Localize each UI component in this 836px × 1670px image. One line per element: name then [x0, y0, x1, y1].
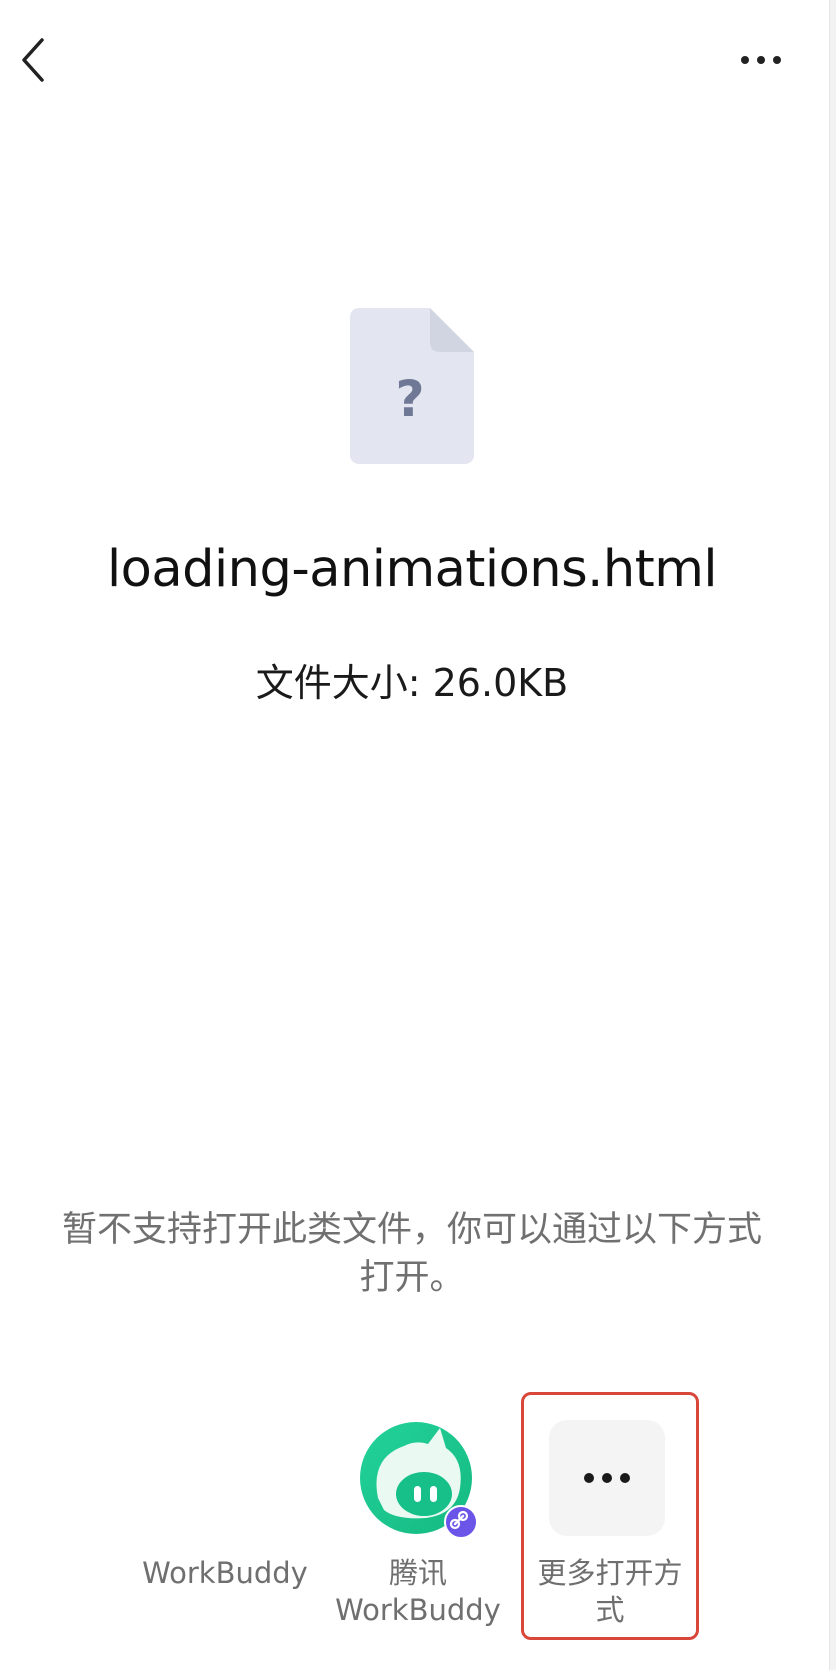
- file-size: 文件大小: 26.0KB: [255, 661, 569, 705]
- app-label-tencent-workbuddy-line2: WorkBuddy: [335, 1593, 501, 1627]
- file-icon-glyph: ?: [395, 370, 424, 428]
- more-open-options-label-line1: 更多打开方: [537, 1556, 683, 1590]
- more-open-options-icon-box: [549, 1420, 665, 1536]
- app-label-workbuddy: WorkBuddy: [142, 1556, 308, 1590]
- chevron-left-icon: [22, 38, 44, 82]
- scroll-edge: [829, 0, 836, 1670]
- app-option-workbuddy[interactable]: [130, 1392, 320, 1640]
- file-preview-page: ? loading-animations.html 文件大小: 26.0KB 暂…: [0, 0, 836, 1670]
- file-name: loading-animations.html: [106, 540, 718, 599]
- unsupported-notice: 暂不支持打开此类文件，你可以通过以下方式打开。: [61, 1210, 762, 1298]
- more-open-options-label-line2: 式: [595, 1593, 625, 1627]
- more-horizontal-icon: [584, 1473, 630, 1483]
- app-label-tencent-workbuddy-line1: 腾讯: [388, 1556, 447, 1590]
- more-options-button[interactable]: [736, 44, 792, 76]
- unknown-file-icon: ?: [350, 308, 474, 464]
- back-button[interactable]: [14, 30, 58, 90]
- more-horizontal-icon: [741, 56, 781, 64]
- mini-program-link-icon: [444, 1505, 478, 1539]
